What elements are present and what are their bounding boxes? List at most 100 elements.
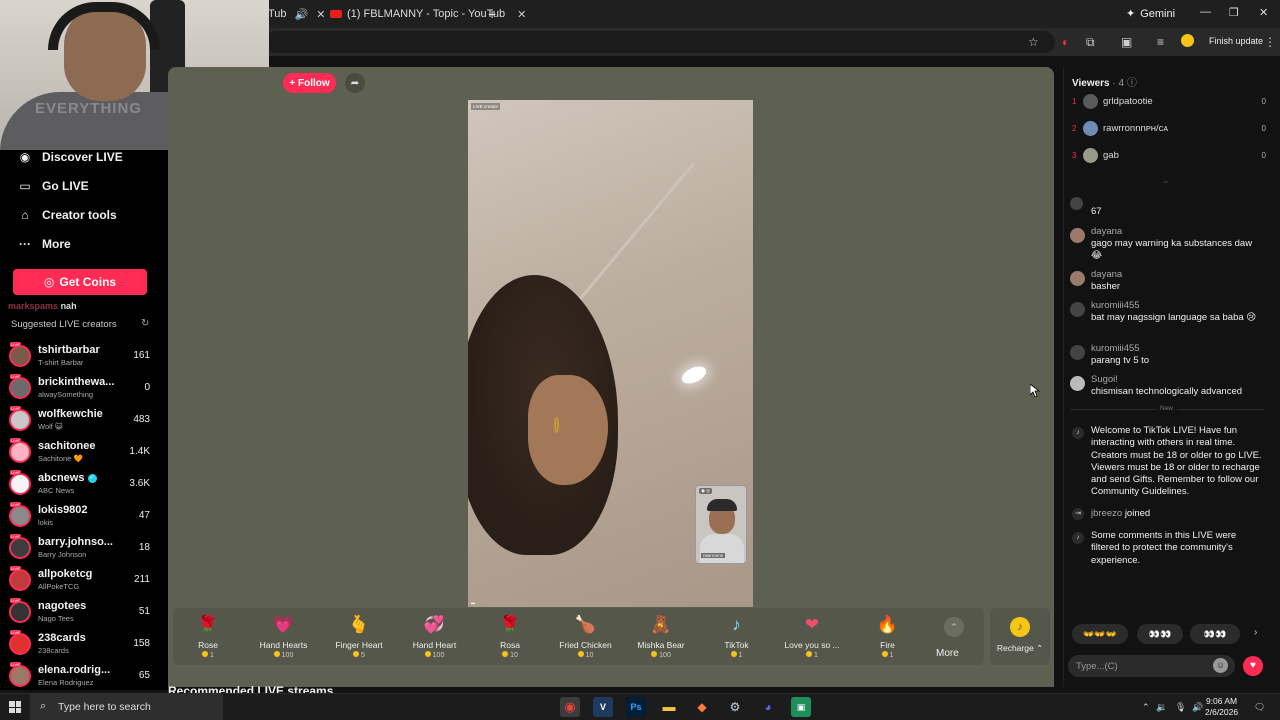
more-gifts-button[interactable]: More — [936, 648, 959, 659]
browser-tab[interactable]: (1) FBLMANNY - Topic - YouTub ✕ — [330, 3, 526, 25]
get-coins-button[interactable]: ◎ Get Coins — [13, 269, 147, 295]
close-tab-icon[interactable]: ✕ — [517, 8, 526, 21]
chat-username[interactable]: dayana — [1091, 269, 1122, 281]
gift-item[interactable]: ❤ Love you so ... 1 — [776, 614, 848, 659]
nav-discover-live[interactable]: ◉ Discover LIVE — [18, 150, 123, 164]
avatar[interactable] — [1070, 376, 1085, 391]
chat-username[interactable]: kuromiii455 — [1091, 343, 1140, 355]
profile-avatar[interactable] — [1181, 34, 1194, 47]
browser-tab[interactable]: Tub 🔊 ✕ — [268, 3, 325, 25]
creator-item[interactable]: LIVE barry.johnso... Barry Johnson 18 — [9, 534, 154, 562]
nav-more[interactable]: ··· More — [18, 237, 71, 251]
new-tab-button[interactable]: + — [488, 3, 496, 25]
chevron-down-icon[interactable]: ⌄ — [1162, 175, 1170, 186]
share-icon[interactable]: ➦ — [345, 73, 365, 93]
avatar — [9, 633, 31, 655]
finish-update-button[interactable]: Finish update — [1209, 36, 1263, 46]
windows-start-icon[interactable] — [9, 701, 21, 713]
bookmark-star-icon[interactable]: ☆ — [1028, 35, 1039, 49]
avatar[interactable] — [1070, 271, 1085, 286]
creator-item[interactable]: LIVE elena.rodrig... Elena Rodriguez 65 — [9, 662, 154, 690]
gift-price: 1 — [172, 651, 244, 659]
sidepanel-icon[interactable]: ▣ — [1121, 35, 1132, 49]
gift-item[interactable]: 💗 Hand Hearts 100 — [248, 614, 320, 659]
nav-go-live[interactable]: ▭ Go LIVE — [18, 179, 88, 193]
photoshop-icon[interactable]: Ps — [626, 697, 646, 717]
menu-icon[interactable]: ⋮ — [1264, 35, 1276, 49]
creator-name: wolfkewchie — [38, 408, 103, 420]
taskbar-clock[interactable]: 9:06 AM 2/6/2026 — [1205, 696, 1238, 718]
browser-app-icon[interactable]: ◆ — [692, 697, 712, 717]
mic-icon[interactable]: 🎙 — [1175, 702, 1186, 713]
gift-item[interactable]: 🌹 Rosa 10 — [474, 614, 546, 659]
quick-reply-3[interactable]: 👀👀 — [1190, 624, 1240, 644]
gift-scroll-up[interactable]: ⌃ — [942, 617, 966, 637]
quick-reply-1[interactable]: 👐👐👐 — [1072, 624, 1128, 644]
gift-item[interactable]: 🧸 Mishka Bear 100 — [625, 614, 697, 659]
heart-icon[interactable]: ♥ — [1243, 656, 1263, 676]
chevron-right-icon[interactable]: › — [1254, 627, 1257, 638]
chat-username[interactable]: dayana — [1091, 226, 1122, 238]
gift-item[interactable]: 🍗 Fried Chicken 10 — [550, 614, 622, 659]
creator-item[interactable]: LIVE tshirtbarbar T-shirt Barbar 161 — [9, 342, 154, 370]
app-v-icon[interactable]: V — [593, 697, 613, 717]
creator-item[interactable]: LIVE lokis9802 lokis 47 — [9, 502, 154, 530]
creator-item[interactable]: LIVE nagotees Nago Tees 51 — [9, 598, 154, 626]
gift-item[interactable]: ♪ TikTok 1 — [701, 614, 773, 659]
creator-item[interactable]: LIVE 238cards 238cards 158 — [9, 630, 154, 658]
shirt-text: EVERYTHING — [35, 100, 142, 117]
chrome-icon[interactable]: ◉ — [560, 697, 580, 717]
folder-icon[interactable]: ▬ — [659, 697, 679, 717]
puzzle-icon[interactable]: ⧉ — [1086, 35, 1095, 50]
gift-icon: ♪ — [732, 615, 741, 634]
info-icon[interactable]: ⓘ — [1127, 78, 1137, 89]
chat-username[interactable]: kuromiii455 — [1091, 300, 1140, 312]
creator-item[interactable]: LIVE abcnews ✓ ABC News 3.6K — [9, 470, 154, 498]
search-icon: ⌕ — [40, 700, 47, 712]
guest-video[interactable]: ◉ ◎ rawrronnn — [695, 485, 747, 564]
tray-chevron-icon[interactable]: ⌃ — [1142, 702, 1150, 713]
gemini-button[interactable]: ✦ Gemini — [1126, 7, 1176, 21]
speaker-tray-icon[interactable]: 🔊 — [1192, 702, 1203, 713]
chat-username[interactable]: Sugoi! — [1091, 374, 1118, 386]
address-bar[interactable] — [265, 31, 1055, 53]
volume-icon[interactable]: 🔉 — [1156, 702, 1167, 713]
home-icon: ⌂ — [21, 208, 29, 222]
speaker-icon[interactable]: 🔊 — [295, 8, 309, 21]
close-window-button[interactable]: ✕ — [1259, 6, 1268, 19]
gift-item[interactable]: 🫰 Finger Heart 5 — [323, 614, 395, 659]
viewer-count: 1.4K — [129, 446, 150, 457]
avatar[interactable] — [1070, 302, 1085, 317]
media-icon[interactable]: ≡ — [1157, 35, 1164, 49]
gift-item[interactable]: 💞 Hand Heart 100 — [399, 614, 471, 659]
gift-icon: 💗 — [272, 615, 295, 634]
emoji-icon[interactable]: ☺ — [1213, 658, 1228, 673]
restore-button[interactable]: ❐ — [1229, 6, 1239, 19]
close-tab-icon[interactable]: ✕ — [316, 8, 325, 21]
avatar[interactable] — [1070, 228, 1085, 243]
follow-button[interactable]: + Follow — [283, 73, 336, 93]
gift-item[interactable]: 🔥 Fire 1 — [852, 614, 924, 659]
creator-item[interactable]: LIVE allpoketcg AllPokeTCG 211 — [9, 566, 154, 594]
notification-icon[interactable]: 🗨 — [1254, 702, 1265, 713]
creator-item[interactable]: LIVE brickinthewa... alwaySomething 0 — [9, 374, 154, 402]
avatar — [9, 409, 31, 431]
gemini-label: Gemini — [1140, 7, 1176, 20]
gift-item[interactable]: 🌹 Rose 1 — [172, 614, 244, 659]
app-green-icon[interactable]: ▣ — [791, 697, 811, 717]
minimize-button[interactable]: — — [1200, 6, 1211, 18]
discord-icon[interactable]: ◕ — [758, 697, 778, 717]
avatar[interactable] — [1070, 345, 1085, 360]
viewer-row[interactable]: 2 rawrronnnᴘʜ/ᴄᴀ 0 — [1072, 120, 1266, 140]
creator-item[interactable]: LIVE wolfkewchie Wolf 😺 483 — [9, 406, 154, 434]
viewers-header[interactable]: Viewers · 4 ⓘ — [1072, 74, 1137, 89]
viewer-row[interactable]: 1 grldpatootie 0 — [1072, 93, 1266, 113]
recharge-button[interactable]: ♪ Recharge ⌃ — [990, 608, 1050, 665]
refresh-icon[interactable]: ↻ — [141, 318, 149, 329]
steam-icon[interactable]: ⚙ — [725, 697, 745, 717]
extension-icon[interactable]: ◐ — [1062, 35, 1069, 49]
quick-reply-2[interactable]: 👀👀 — [1137, 624, 1183, 644]
creator-item[interactable]: LIVE sachitonee Sachitone 🧡 1.4K — [9, 438, 154, 466]
nav-creator-tools[interactable]: ⌂ Creator tools — [18, 208, 116, 222]
viewer-row[interactable]: 3 gab 0 — [1072, 147, 1266, 167]
